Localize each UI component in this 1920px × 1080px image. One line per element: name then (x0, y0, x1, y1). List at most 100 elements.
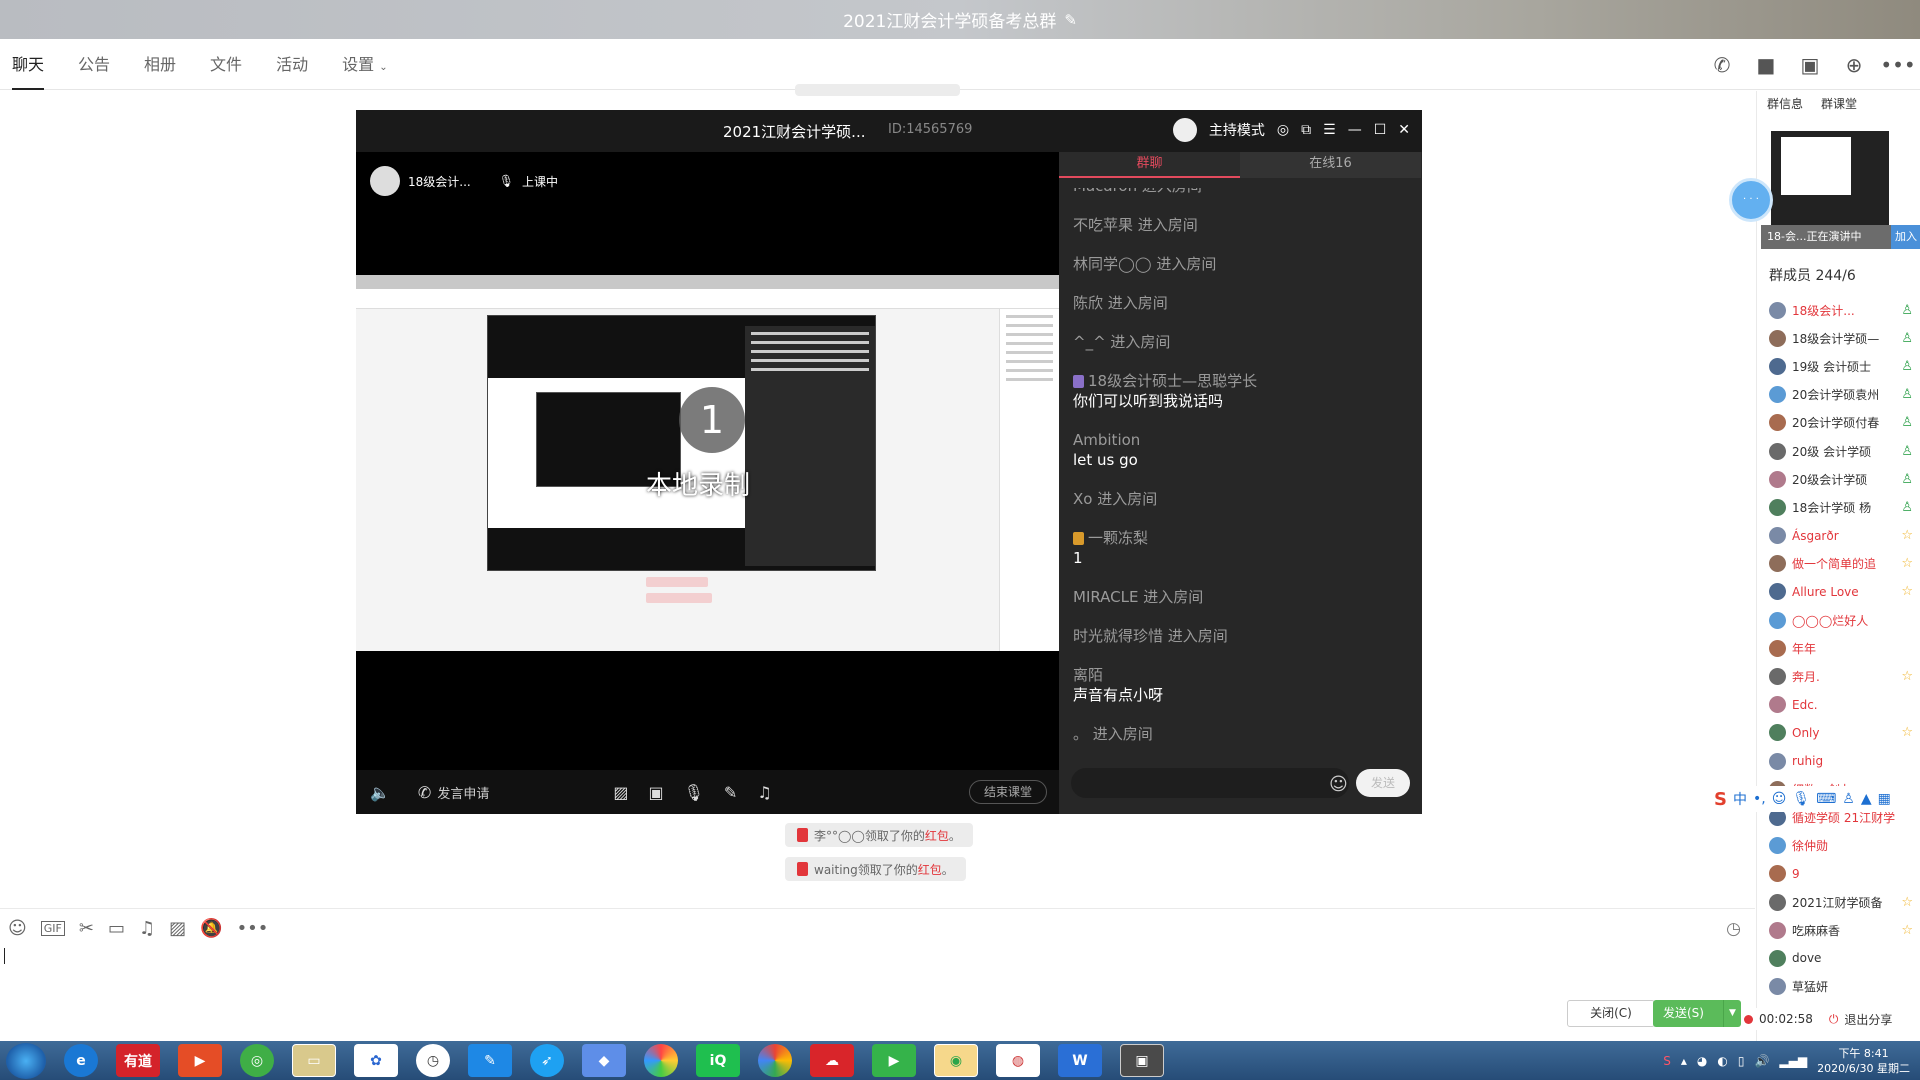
exit-share-button[interactable]: 退出分享 (1844, 1011, 1892, 1028)
classroom-chat-input[interactable] (1071, 768, 1349, 798)
network-icon[interactable]: ▂▄▆ (1779, 1054, 1807, 1068)
chrome-icon[interactable] (758, 1044, 792, 1077)
wps-icon[interactable]: W (1058, 1044, 1102, 1077)
tab-activity[interactable]: 活动 (276, 40, 308, 90)
colorful-app-icon[interactable] (644, 1044, 678, 1077)
popout-icon[interactable]: ⧉ (1301, 122, 1311, 138)
start-button[interactable] (6, 1042, 46, 1079)
tab-group-chat[interactable]: 群聊 (1059, 152, 1240, 178)
camera-off-icon[interactable]: ▨ (613, 783, 628, 802)
member-item[interactable]: 徐仲勋 (1769, 832, 1920, 860)
member-item[interactable]: 2021江财学硕备 ☆ (1769, 888, 1920, 916)
host-mode-label[interactable]: 主持模式 (1209, 120, 1265, 140)
member-item[interactable]: 18会计学硕 杨 ♙ (1769, 493, 1920, 521)
tab-album[interactable]: 相册 (144, 40, 176, 90)
phone-icon[interactable]: ✆ (418, 783, 431, 802)
end-class-button[interactable]: 结束课堂 (968, 780, 1047, 804)
tab-files[interactable]: 文件 (210, 40, 242, 90)
classroom-send-button[interactable]: 发送 (1356, 769, 1410, 797)
tab-chat[interactable]: 聊天 (12, 40, 45, 90)
member-item[interactable]: Allure Love ☆ (1769, 578, 1920, 606)
system-clock[interactable]: 下午 8:41 2020/6/30 星期二 (1817, 1046, 1910, 1076)
ie-icon[interactable]: e (64, 1044, 98, 1077)
ime-user-icon[interactable]: ♙ (1842, 791, 1855, 807)
member-item[interactable]: Only ☆ (1769, 719, 1920, 747)
player-icon[interactable]: ▶ (872, 1044, 916, 1077)
send-button[interactable]: 发送(S) ▼ (1653, 1000, 1741, 1027)
music-icon[interactable]: ♫ (139, 918, 155, 939)
app-cloud-red-icon[interactable]: ☁ (810, 1044, 854, 1077)
member-item[interactable]: Edc. (1769, 691, 1920, 719)
chevron-down-icon[interactable]: ▼ (1723, 1000, 1741, 1027)
speaker-icon[interactable]: 🔈 (370, 783, 390, 802)
notice-redpacket-link[interactable]: 红包 (925, 827, 949, 844)
clock-app-icon[interactable]: ◷ (416, 1044, 450, 1077)
ime-keyboard-icon[interactable]: ⌨ (1816, 791, 1836, 807)
member-item[interactable]: ◯◯◯烂好人 (1769, 606, 1920, 634)
video-call-icon[interactable]: ■ (1754, 53, 1778, 77)
member-item[interactable]: dove (1769, 944, 1920, 972)
classroom-task-icon[interactable]: ▣ (1120, 1044, 1164, 1077)
member-item[interactable]: ruhig (1769, 747, 1920, 775)
app-avatar-icon[interactable]: ◍ (996, 1044, 1040, 1077)
member-item[interactable]: 20级 会计学硕 ♙ (1769, 437, 1920, 465)
edit-icon[interactable]: ✎ (1064, 11, 1077, 29)
feishu-icon[interactable]: ◆ (582, 1044, 626, 1077)
ime-emoji-icon[interactable]: ☺ (1772, 791, 1787, 807)
qq-icon[interactable]: ◕ (1697, 1054, 1707, 1068)
member-item[interactable]: 9 (1769, 860, 1920, 888)
member-item[interactable]: Ásgarðr ☆ (1769, 522, 1920, 550)
add-icon[interactable]: ⊕ (1842, 53, 1866, 77)
member-item[interactable]: 18级会计学硕— ♙ (1769, 324, 1920, 352)
member-item[interactable]: 20会计学硕袁州 ♙ (1769, 381, 1920, 409)
phone-icon[interactable]: ✆ (1710, 53, 1734, 77)
ime-punct-icon[interactable]: •, (1753, 791, 1766, 807)
gif-icon[interactable]: GIF (40, 921, 65, 936)
settings-icon[interactable]: ◎ (1277, 122, 1289, 138)
tab-settings[interactable]: 设置 ⌄ (342, 40, 388, 90)
ime-grid-icon[interactable]: ▦ (1878, 791, 1891, 807)
tab-online[interactable]: 在线16 (1240, 152, 1421, 178)
wechat-icon[interactable]: ◉ (934, 1044, 978, 1077)
member-item[interactable]: 20会计学硕付春 ♙ (1769, 409, 1920, 437)
member-item[interactable]: 20级会计学硕 ♙ (1769, 465, 1920, 493)
microphone-icon[interactable]: 🎙 (684, 783, 704, 802)
browser-green-icon[interactable]: ◎ (240, 1044, 274, 1077)
member-item[interactable]: 吃麻麻香 ☆ (1769, 916, 1920, 944)
notice-redpacket-link[interactable]: 红包 (918, 861, 942, 878)
member-item[interactable]: 草猛妍 (1769, 973, 1920, 1001)
member-item[interactable]: 做一个简单的追 ☆ (1769, 550, 1920, 578)
whiteboard-icon[interactable]: ✎ (724, 783, 737, 802)
feather-icon[interactable]: ➶ (530, 1044, 564, 1077)
screen-share-icon[interactable]: ▣ (648, 783, 663, 802)
app-icon-red[interactable]: ▶ (178, 1044, 222, 1077)
tray-arrow-icon[interactable]: ▴ (1681, 1054, 1687, 1068)
app-blue-icon[interactable]: ✎ (468, 1044, 512, 1077)
emoji-icon[interactable]: ☺ (1329, 774, 1348, 795)
volume-icon[interactable]: 🔊 (1754, 1054, 1769, 1068)
menu-icon[interactable]: ☰ (1323, 122, 1336, 138)
image-icon[interactable]: ▨ (169, 918, 186, 939)
music-icon[interactable]: ♫ (757, 783, 771, 802)
join-class-button[interactable]: 加入 (1891, 225, 1920, 249)
member-item[interactable]: 奔月. ☆ (1769, 662, 1920, 690)
folder-icon[interactable]: ▭ (292, 1044, 336, 1077)
mute-bell-icon[interactable]: 🔕 (200, 918, 222, 939)
emoji-icon[interactable]: ☺ (8, 918, 27, 939)
tab-group-class[interactable]: 群课堂 (1821, 95, 1857, 112)
baidu-cloud-icon[interactable]: ✿ (354, 1044, 398, 1077)
app-tray-icon[interactable]: ◐ (1717, 1054, 1727, 1068)
tab-announcement[interactable]: 公告 (78, 40, 110, 90)
youdao-icon[interactable]: 有道 (116, 1044, 160, 1077)
ime-skin-icon[interactable]: ▲ (1861, 791, 1872, 807)
sogou-tray-icon[interactable]: S (1663, 1054, 1671, 1068)
folder-icon[interactable]: ▭ (108, 918, 125, 939)
classroom-icon[interactable]: ▣ (1798, 53, 1822, 77)
minimize-icon[interactable]: — (1348, 122, 1362, 138)
member-item[interactable]: 19级 会计硕士 ♙ (1769, 352, 1920, 380)
more-icon[interactable]: ••• (237, 918, 269, 939)
iqiyi-icon[interactable]: iQ (696, 1044, 740, 1077)
battery-icon[interactable]: ▯ (1738, 1054, 1745, 1068)
member-item[interactable]: 18级会计... ♙ (1769, 296, 1920, 324)
scissors-icon[interactable]: ✂ (79, 918, 94, 939)
